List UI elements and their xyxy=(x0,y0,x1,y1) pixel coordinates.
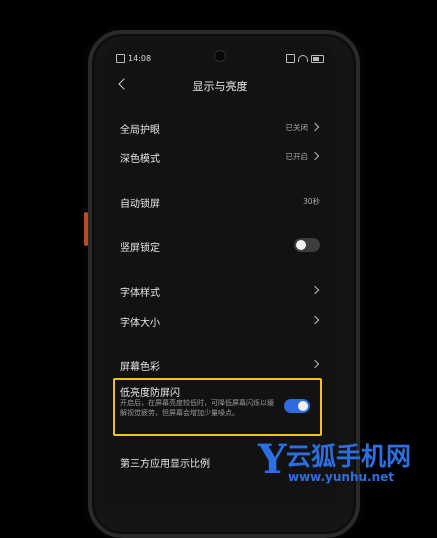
setting-dark-mode[interactable]: 深色模式 已开启 xyxy=(120,148,320,166)
setting-label: 屏幕色彩 xyxy=(120,362,160,373)
status-time: 14:08 xyxy=(128,54,152,63)
page-title: 显示与亮度 xyxy=(192,80,248,93)
side-button xyxy=(84,212,88,246)
watermark-logo: Y 云狐手机网 www.yunhu.net xyxy=(258,438,436,498)
setting-label: 自动锁屏 xyxy=(120,199,160,210)
setting-value: 已开启 xyxy=(285,152,309,161)
watermark-mark: Y xyxy=(258,436,287,483)
watermark-url: www.yunhu.net xyxy=(288,470,395,484)
toggle-knob xyxy=(296,240,306,250)
low-brightness-flicker-description: 开启后，在屏幕亮度较低时，可降低屏幕闪烁以缓解视觉疲劳，但屏幕会增加少量噪点。 xyxy=(120,399,274,417)
chevron-right-icon xyxy=(310,359,320,369)
chevron-right-icon xyxy=(310,285,320,295)
setting-label: 竖屏锁定 xyxy=(120,243,160,254)
notification-icon xyxy=(116,54,125,63)
setting-auto-lock[interactable]: 自动锁屏 30秒 xyxy=(120,193,320,211)
low-brightness-flicker-label: 低亮度防屏闪 xyxy=(120,388,180,399)
battery-icon xyxy=(311,54,324,63)
low-brightness-flicker-toggle[interactable] xyxy=(284,399,310,413)
setting-font-size[interactable]: 字体大小 xyxy=(120,312,320,330)
setting-portrait-lock: 竖屏锁定 xyxy=(120,237,320,255)
setting-value: 已关闭 xyxy=(285,123,309,132)
portrait-lock-toggle[interactable] xyxy=(294,238,320,252)
wifi-icon xyxy=(298,55,308,62)
nav-bar: 显示与亮度 xyxy=(104,74,336,98)
watermark-name: 云狐手机网 xyxy=(286,442,412,471)
toggle-knob xyxy=(298,401,308,411)
chevron-right-icon xyxy=(310,122,320,132)
setting-screen-color[interactable]: 屏幕色彩 xyxy=(120,356,320,374)
chevron-right-icon xyxy=(310,151,320,161)
setting-label: 字体大小 xyxy=(120,318,160,329)
setting-label: 深色模式 xyxy=(120,154,160,165)
setting-global-eye-care[interactable]: 全局护眼 已关闭 xyxy=(120,119,320,137)
status-bar: 14:08 xyxy=(116,54,324,68)
setting-label: 字体样式 xyxy=(120,288,160,299)
setting-font-style[interactable]: 字体样式 xyxy=(120,282,320,300)
setting-label: 全局护眼 xyxy=(120,125,160,136)
setting-third-party-display-ratio[interactable]: 第三方应用显示比例 xyxy=(120,455,210,470)
setting-value: 30秒 xyxy=(302,197,320,206)
alarm-icon xyxy=(286,54,295,63)
chevron-right-icon xyxy=(310,315,320,325)
